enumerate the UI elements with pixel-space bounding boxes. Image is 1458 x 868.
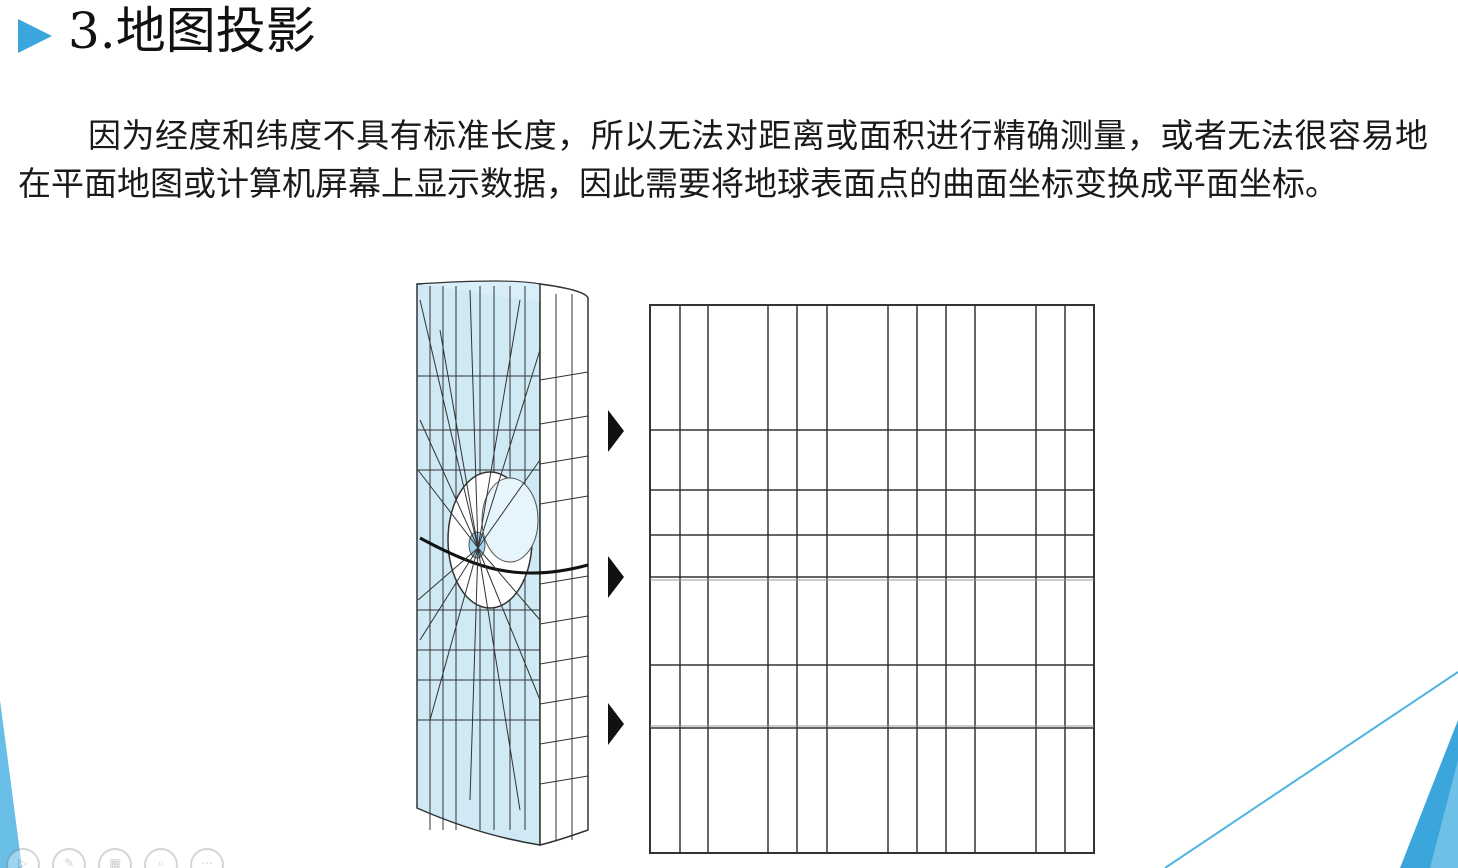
cylinder-parallel-line (539, 455, 589, 465)
projection-ray-line (469, 547, 479, 801)
projection-ray-line (477, 299, 521, 549)
cylinder-unrolled-part (539, 283, 589, 846)
cylinder-parallel-line (539, 415, 589, 425)
projection-ray-line (419, 299, 479, 549)
projection-arrow-icon (608, 556, 624, 598)
projection-ray-line (477, 459, 541, 549)
projection-ray-line (419, 419, 479, 549)
right-diagonal-line (1164, 671, 1458, 868)
cylinder-parallel-line (539, 371, 589, 381)
globe-pole (468, 531, 486, 559)
flat-map-border (649, 304, 1095, 854)
slide: 3.地图投影 因为经度和纬度不具有标准长度，所以无法对距离或面积进行精确测量，或… (0, 0, 1458, 868)
grid-icon[interactable]: ▦ (98, 848, 132, 868)
projection-ray-line (417, 469, 479, 549)
zoom-icon[interactable]: ⌕ (144, 848, 178, 868)
projection-ray-line (439, 329, 479, 549)
cylinder-parallel-line (539, 615, 589, 625)
projection-ray-line (469, 289, 479, 549)
cylinder-parallel-line (539, 655, 589, 665)
slide-title: 3.地图投影 (68, 2, 316, 60)
more-icon[interactable]: ⋯ (190, 848, 224, 868)
cylinder-surface (416, 283, 541, 846)
cylinder-parallel-line (539, 735, 589, 745)
cylinder-parallel-line (539, 495, 589, 505)
flat-map-grid (649, 304, 1095, 854)
projection-ray-line (477, 547, 521, 811)
presentation-toolbar: ▷ ✎ ▦ ⌕ ⋯ (6, 848, 224, 868)
play-icon[interactable]: ▷ (6, 848, 40, 868)
cylinder-parallel-line (539, 775, 589, 785)
projection-ray-line (429, 547, 479, 721)
cylinder-parallel-line (539, 695, 589, 705)
pen-icon[interactable]: ✎ (52, 848, 86, 868)
cylinder-projection (416, 280, 589, 846)
projection-ray-line (477, 547, 541, 621)
projection-arrow-icon (608, 410, 624, 452)
equator-line (419, 536, 589, 575)
projection-ray-line (419, 547, 479, 641)
globe-cap (481, 477, 539, 563)
cylinder-top-rim (416, 280, 589, 303)
projection-ray-line (477, 349, 541, 549)
right-corner-accent-light (1430, 760, 1458, 868)
projection-ray-line (477, 547, 541, 701)
cylinder-parallel-line (539, 575, 589, 585)
body-paragraph: 因为经度和纬度不具有标准长度，所以无法对距离或面积进行精确测量，或者无法很容易地… (18, 116, 1428, 203)
projection-ray-line (417, 547, 479, 601)
globe (447, 471, 533, 609)
right-corner-accent (1400, 720, 1458, 868)
left-corner-accent (0, 700, 22, 868)
title-bullet-icon (18, 19, 52, 53)
projection-arrow-icon (608, 703, 624, 745)
